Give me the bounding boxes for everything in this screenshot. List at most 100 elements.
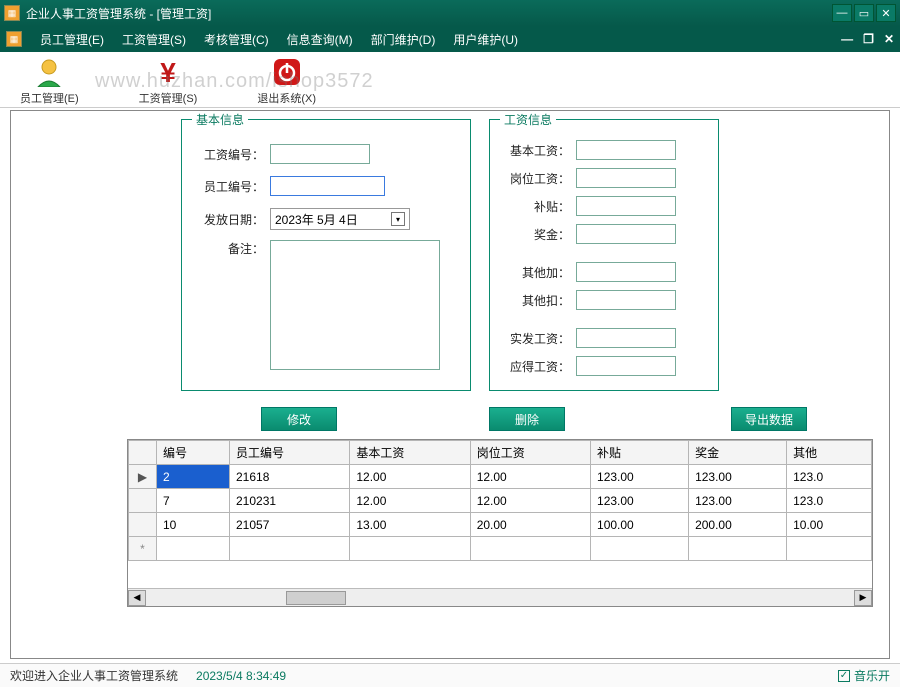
menu-employee[interactable]: 员工管理(E) bbox=[40, 31, 104, 48]
cell[interactable] bbox=[689, 537, 787, 561]
cell[interactable]: 12.00 bbox=[470, 465, 590, 489]
cell[interactable]: 200.00 bbox=[689, 513, 787, 537]
cell[interactable]: 123.00 bbox=[689, 489, 787, 513]
col-subsidy[interactable]: 补贴 bbox=[591, 441, 689, 465]
scroll-left-icon[interactable]: ◀ bbox=[128, 590, 146, 606]
content-panel: 基本信息 工资编号： 员工编号： 发放日期： 2023年 5月 4日 ▾ 备注：… bbox=[10, 110, 890, 659]
should-input[interactable] bbox=[576, 356, 676, 376]
cell[interactable] bbox=[470, 537, 590, 561]
col-base[interactable]: 基本工资 bbox=[350, 441, 470, 465]
music-label: 音乐开 bbox=[854, 667, 890, 684]
mdi-restore-button[interactable]: ❐ bbox=[863, 32, 874, 46]
menu-salary[interactable]: 工资管理(S) bbox=[122, 31, 186, 48]
statusbar: 欢迎进入企业人事工资管理系统 2023/5/4 8:34:49 ✓ 音乐开 bbox=[0, 663, 900, 687]
new-row-indicator: * bbox=[129, 537, 157, 561]
menu-query[interactable]: 信息查询(M) bbox=[287, 31, 353, 48]
cell[interactable] bbox=[591, 537, 689, 561]
base-input[interactable] bbox=[576, 140, 676, 160]
table-row[interactable]: 102105713.0020.00100.00200.0010.00 bbox=[129, 513, 872, 537]
remark-textarea[interactable] bbox=[270, 240, 440, 370]
emp-id-label: 员工编号： bbox=[198, 178, 264, 195]
col-id[interactable]: 编号 bbox=[157, 441, 230, 465]
tool-salary-label: 工资管理(S) bbox=[139, 90, 198, 106]
row-header-corner bbox=[129, 441, 157, 465]
salary-id-input[interactable] bbox=[270, 144, 370, 164]
bonus-label: 奖金： bbox=[504, 226, 570, 243]
menu-department[interactable]: 部门维护(D) bbox=[371, 31, 436, 48]
menu-assessment[interactable]: 考核管理(C) bbox=[204, 31, 269, 48]
export-button[interactable]: 导出数据 bbox=[731, 407, 807, 431]
menu-user[interactable]: 用户维护(U) bbox=[453, 31, 518, 48]
groupbox-basic-info: 基本信息 工资编号： 员工编号： 发放日期： 2023年 5月 4日 ▾ 备注： bbox=[181, 119, 471, 391]
other-add-input[interactable] bbox=[576, 262, 676, 282]
col-bonus[interactable]: 奖金 bbox=[689, 441, 787, 465]
basic-legend: 基本信息 bbox=[192, 111, 248, 128]
net-label: 实发工资： bbox=[504, 330, 570, 347]
cell[interactable]: 10.00 bbox=[787, 513, 872, 537]
data-grid[interactable]: 编号 员工编号 基本工资 岗位工资 补贴 奖金 其他 ▶22161812.001… bbox=[127, 439, 873, 607]
new-row[interactable]: * bbox=[129, 537, 872, 561]
calendar-dropdown-icon[interactable]: ▾ bbox=[391, 212, 405, 226]
tool-employee[interactable]: 员工管理(E) bbox=[20, 56, 79, 106]
cell[interactable]: 20.00 bbox=[470, 513, 590, 537]
cell[interactable]: 123.0 bbox=[787, 489, 872, 513]
watermark: www.huzhan.com/ishop3572 bbox=[95, 70, 374, 93]
base-label: 基本工资： bbox=[504, 142, 570, 159]
horizontal-scrollbar[interactable]: ◀ ▶ bbox=[128, 588, 872, 606]
col-emp[interactable]: 员工编号 bbox=[230, 441, 350, 465]
cell[interactable]: 12.00 bbox=[470, 489, 590, 513]
cell[interactable]: 21618 bbox=[230, 465, 350, 489]
pay-date-label: 发放日期： bbox=[198, 211, 264, 228]
edit-button[interactable]: 修改 bbox=[261, 407, 337, 431]
table-row[interactable]: 721023112.0012.00123.00123.00123.0 bbox=[129, 489, 872, 513]
col-other[interactable]: 其他 bbox=[787, 441, 872, 465]
remark-label: 备注： bbox=[198, 240, 264, 257]
other-ded-input[interactable] bbox=[576, 290, 676, 310]
cell[interactable]: 123.0 bbox=[787, 465, 872, 489]
menubar: ▦ 员工管理(E) 工资管理(S) 考核管理(C) 信息查询(M) 部门维护(D… bbox=[0, 26, 900, 52]
cell[interactable]: 12.00 bbox=[350, 465, 470, 489]
cell[interactable] bbox=[350, 537, 470, 561]
cell[interactable]: 21057 bbox=[230, 513, 350, 537]
cell[interactable]: 13.00 bbox=[350, 513, 470, 537]
cell[interactable]: 12.00 bbox=[350, 489, 470, 513]
cell[interactable] bbox=[230, 537, 350, 561]
cell[interactable]: 123.00 bbox=[591, 489, 689, 513]
net-input[interactable] bbox=[576, 328, 676, 348]
maximize-button[interactable]: ▭ bbox=[854, 4, 874, 22]
status-welcome: 欢迎进入企业人事工资管理系统 bbox=[10, 667, 178, 684]
cell[interactable]: 123.00 bbox=[689, 465, 787, 489]
cell[interactable]: 210231 bbox=[230, 489, 350, 513]
status-time: 2023/5/4 8:34:49 bbox=[196, 669, 286, 683]
other-ded-label: 其他扣： bbox=[504, 292, 570, 309]
music-toggle[interactable]: ✓ 音乐开 bbox=[838, 667, 890, 684]
row-indicator bbox=[129, 513, 157, 537]
pay-date-value: 2023年 5月 4日 bbox=[275, 211, 358, 228]
cell[interactable] bbox=[787, 537, 872, 561]
salary-legend: 工资信息 bbox=[500, 111, 556, 128]
groupbox-salary-info: 工资信息 基本工资： 岗位工资： 补贴： 奖金： 其他加： 其他扣： 实发工资：… bbox=[489, 119, 719, 391]
subsidy-input[interactable] bbox=[576, 196, 676, 216]
tool-exit[interactable]: 退出系统(X) bbox=[257, 56, 316, 106]
tool-salary[interactable]: ¥ 工资管理(S) bbox=[139, 56, 198, 106]
minimize-button[interactable]: ― bbox=[832, 4, 852, 22]
scroll-thumb[interactable] bbox=[286, 591, 346, 605]
cell[interactable]: 7 bbox=[157, 489, 230, 513]
table-row[interactable]: ▶22161812.0012.00123.00123.00123.0 bbox=[129, 465, 872, 489]
cell[interactable]: 100.00 bbox=[591, 513, 689, 537]
mdi-close-button[interactable]: ✕ bbox=[884, 32, 894, 46]
post-input[interactable] bbox=[576, 168, 676, 188]
cell[interactable]: 2 bbox=[157, 465, 230, 489]
bonus-input[interactable] bbox=[576, 224, 676, 244]
cell[interactable]: 123.00 bbox=[591, 465, 689, 489]
delete-button[interactable]: 删除 bbox=[489, 407, 565, 431]
scroll-right-icon[interactable]: ▶ bbox=[854, 590, 872, 606]
cell[interactable] bbox=[157, 537, 230, 561]
col-post[interactable]: 岗位工资 bbox=[470, 441, 590, 465]
mdi-minimize-button[interactable]: ― bbox=[841, 32, 853, 46]
svg-text:¥: ¥ bbox=[160, 57, 176, 87]
cell[interactable]: 10 bbox=[157, 513, 230, 537]
emp-id-input[interactable] bbox=[270, 176, 385, 196]
pay-date-picker[interactable]: 2023年 5月 4日 ▾ bbox=[270, 208, 410, 230]
close-button[interactable]: ✕ bbox=[876, 4, 896, 22]
